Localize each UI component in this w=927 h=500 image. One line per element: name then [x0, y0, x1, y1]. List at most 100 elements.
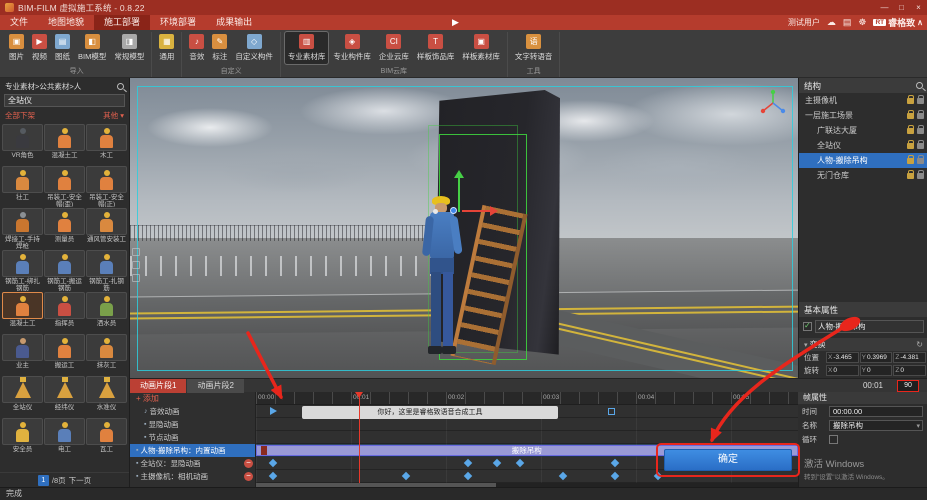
- keyframe-marker[interactable]: [516, 459, 524, 467]
- gizmo-center[interactable]: [450, 207, 457, 214]
- filter-other[interactable]: 其他 ▾: [103, 110, 124, 121]
- asset-item-9[interactable]: 通风管安装工: [86, 208, 127, 249]
- visibility-checkbox[interactable]: [803, 322, 812, 331]
- playhead[interactable]: [359, 392, 361, 483]
- asset-item-2[interactable]: 混凝土工: [44, 124, 85, 165]
- lock-icon[interactable]: [917, 98, 924, 104]
- asset-item-18[interactable]: 抹灰工: [86, 334, 127, 375]
- ribbon-button-general[interactable]: ▦通用: [156, 32, 177, 64]
- close-button[interactable]: ×: [910, 0, 927, 15]
- viewport-3d[interactable]: [130, 78, 798, 378]
- ribbon-button-tts[interactable]: 语文字转语音: [512, 32, 556, 64]
- asset-item-12[interactable]: 钢筋工-扎钢筋: [86, 250, 127, 291]
- structure-item-6[interactable]: 无门仓库: [799, 168, 927, 183]
- transform-section-label[interactable]: 变换: [804, 339, 825, 350]
- play-button[interactable]: ▶: [452, 15, 459, 30]
- asset-item-4[interactable]: 壮工: [2, 166, 43, 207]
- ribbon-button-component-library[interactable]: ◈专业构件库: [330, 32, 374, 64]
- keyframe-marker[interactable]: [269, 472, 277, 480]
- keyframe-marker[interactable]: [270, 407, 277, 415]
- filter-status[interactable]: 全部下架: [5, 110, 35, 121]
- object-name-field[interactable]: 人物-搬除吊构: [815, 320, 924, 333]
- structure-item-4[interactable]: 全站仪: [799, 138, 927, 153]
- asset-item-14[interactable]: 指挥员: [44, 292, 85, 333]
- time-field[interactable]: 00:00.00: [829, 406, 923, 417]
- track-name-5[interactable]: ▪全站仪：显隐动画−: [130, 457, 255, 470]
- menu-item-4[interactable]: 环境部署: [150, 15, 206, 30]
- frame-rate-field[interactable]: 90: [897, 380, 919, 392]
- asset-item-22[interactable]: 安全员: [2, 418, 43, 459]
- ribbon-button-drawing[interactable]: ▤图纸: [52, 32, 73, 64]
- asset-item-16[interactable]: 业主: [2, 334, 43, 375]
- track-name-2[interactable]: ▪显隐动画: [130, 418, 255, 431]
- name-select[interactable]: 搬除吊构: [829, 420, 923, 431]
- timeline-lane-3[interactable]: [256, 431, 798, 444]
- menu-item-2[interactable]: 地图地貌: [38, 15, 94, 30]
- menu-item-5[interactable]: 成果输出: [206, 15, 262, 30]
- lock-icon[interactable]: [917, 173, 924, 179]
- minimize-button[interactable]: —: [876, 0, 893, 15]
- keyframe-marker[interactable]: [464, 472, 472, 480]
- maximize-button[interactable]: □: [893, 0, 910, 15]
- structure-item-2[interactable]: 一层施工场景: [799, 108, 927, 123]
- lock-icon[interactable]: [907, 98, 914, 104]
- cloud-upload-icon[interactable]: ☁: [827, 15, 836, 30]
- asset-item-7[interactable]: 焊接工-手持焊枪: [2, 208, 43, 249]
- lock-icon[interactable]: [917, 143, 924, 149]
- viewport-tool-icon[interactable]: [132, 248, 140, 256]
- collapse-ribbon-icon[interactable]: ∧: [917, 18, 923, 27]
- keyframe-marker[interactable]: [402, 472, 410, 480]
- asset-item-5[interactable]: 吊装工-安全帽(歪): [44, 166, 85, 207]
- asset-item-10[interactable]: 钢筋工-绑扎钢筋: [2, 250, 43, 291]
- timeline-lane-6[interactable]: [256, 470, 798, 483]
- asset-item-3[interactable]: 木工: [86, 124, 127, 165]
- structure-item-5[interactable]: 人物-搬除吊构: [799, 153, 927, 168]
- settings-gear-icon[interactable]: ☸: [858, 15, 866, 30]
- transform-z-field[interactable]: Z-4.381: [893, 352, 926, 363]
- keyframe-marker[interactable]: [611, 459, 619, 467]
- confirm-button[interactable]: 确定: [664, 449, 792, 471]
- timeline-lanes[interactable]: 00:0000:0100:0200:0300:0400:05 搬除吊构 你好，这…: [256, 392, 798, 487]
- menu-item-1[interactable]: 文件: [0, 15, 38, 30]
- lock-icon[interactable]: [917, 158, 924, 164]
- transform-x-field[interactable]: X0: [826, 365, 859, 376]
- add-track-button[interactable]: + 添加: [130, 392, 255, 405]
- asset-item-17[interactable]: 搬运工: [44, 334, 85, 375]
- track-name-3[interactable]: ▪节点动画: [130, 431, 255, 444]
- lock-icon[interactable]: [907, 158, 914, 164]
- ribbon-button-template-decor[interactable]: T样板饰品库: [414, 32, 458, 64]
- ribbon-button-custom-component[interactable]: ◇自定义构件: [232, 32, 276, 64]
- keyframe-marker[interactable]: [492, 459, 500, 467]
- user-name[interactable]: 测试用户: [788, 17, 820, 28]
- search-icon[interactable]: [916, 82, 923, 89]
- track-name-4[interactable]: ▪人物-搬除吊构：内置动画: [130, 444, 255, 457]
- lock-icon[interactable]: [907, 113, 914, 119]
- asset-item-21[interactable]: 水准仪: [86, 376, 127, 417]
- asset-item-19[interactable]: 全站仪: [2, 376, 43, 417]
- transform-x-field[interactable]: X-3.465: [826, 352, 859, 363]
- keyframe-marker[interactable]: [611, 472, 619, 480]
- keyframe-marker[interactable]: [269, 459, 277, 467]
- ribbon-button-enterprise-cloud[interactable]: CI企业云库: [376, 32, 412, 64]
- worker-figure[interactable]: [422, 196, 462, 362]
- asset-item-13[interactable]: 混凝土工: [2, 292, 43, 333]
- timeline-tab-1[interactable]: 动画片段1: [130, 379, 186, 393]
- loop-checkbox[interactable]: [829, 435, 838, 444]
- keyframe-marker[interactable]: [464, 459, 472, 467]
- ribbon-button-video[interactable]: ▶视频: [29, 32, 50, 64]
- ribbon-button-material-library[interactable]: ▥专业素材库: [285, 32, 329, 64]
- asset-item-24[interactable]: 瓦工: [86, 418, 127, 459]
- lock-icon[interactable]: [917, 128, 924, 134]
- asset-item-11[interactable]: 钢筋工-搬运钢筋: [44, 250, 85, 291]
- transform-z-field[interactable]: Z0: [893, 365, 926, 376]
- asset-item-23[interactable]: 电工: [44, 418, 85, 459]
- timeline-ruler[interactable]: 00:0000:0100:0200:0300:0400:05: [256, 392, 798, 405]
- timeline-lane-2[interactable]: [256, 418, 798, 431]
- timeline-tab-2[interactable]: 动画片段2: [187, 379, 243, 393]
- viewport-tool-icon[interactable]: [132, 261, 140, 269]
- asset-item-1[interactable]: VR角色: [2, 124, 43, 165]
- asset-item-6[interactable]: 吊装工-安全帽(正): [86, 166, 127, 207]
- page-current[interactable]: 1: [38, 475, 49, 486]
- search-icon[interactable]: [117, 83, 124, 90]
- remove-track-icon[interactable]: −: [244, 472, 253, 481]
